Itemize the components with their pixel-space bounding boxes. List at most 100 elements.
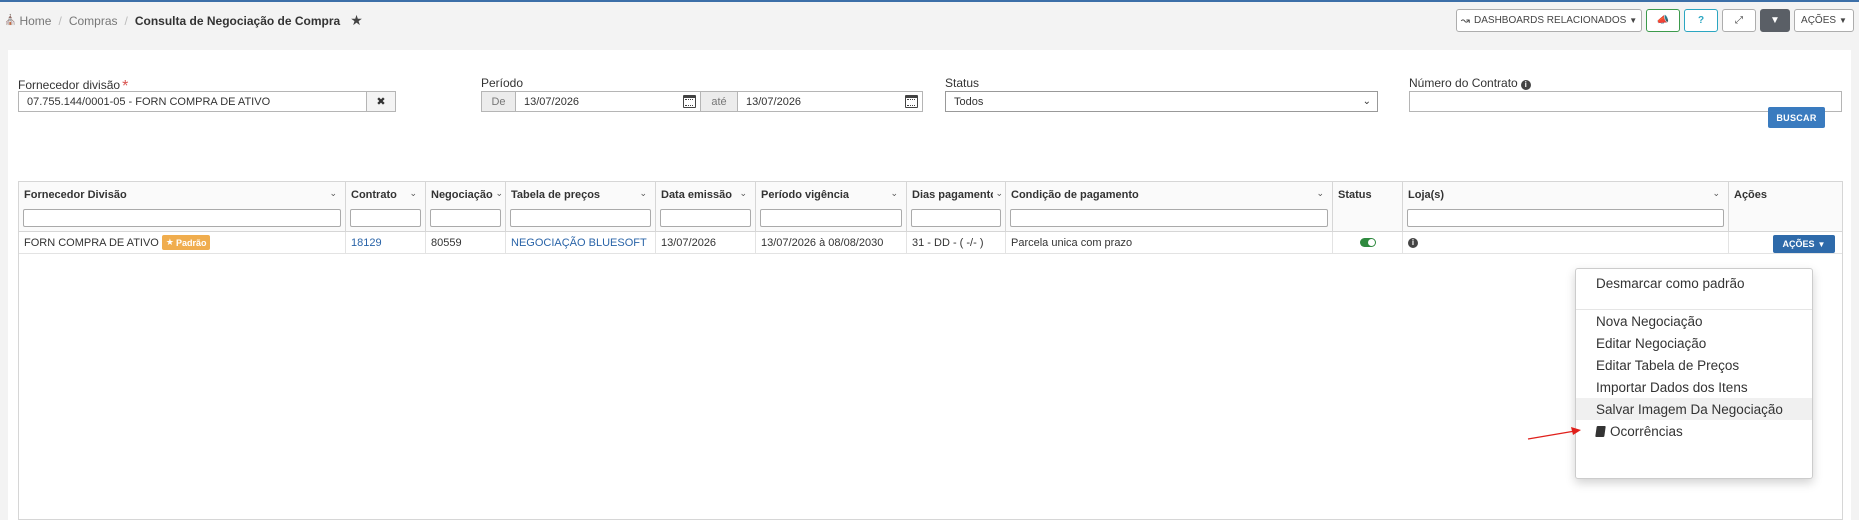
cell-fornecedor: FORN COMPRA DE ATIVO ★ Padrão [19,232,346,254]
column-header-dias[interactable]: Dias pagamento ⌄ [907,182,1006,232]
chevron-down-icon: ⌄ [1362,96,1371,107]
column-header-label: Data emissão [661,189,732,201]
filter-input-contrato[interactable] [350,209,421,227]
filter-input-lojas[interactable] [1407,209,1724,227]
cell-condicao: Parcela unica com prazo [1006,232,1333,254]
info-icon[interactable]: i [1408,237,1418,248]
chevron-down-icon[interactable]: ⌄ [409,188,417,199]
filter-input-dias[interactable] [911,209,1001,227]
status-toggle[interactable] [1359,238,1376,247]
status-value: Todos [954,95,984,108]
ate-addon: até [700,91,738,112]
menu-item-editar-negociacao[interactable]: Editar Negociação [1576,332,1812,354]
caret-down-icon: ▼ [1629,16,1638,25]
header-toolbar: ↝ DASHBOARDS RELACIONADOS ▼ 📣 ? ⤢ ▼ AÇÕE… [1456,9,1854,32]
announcement-button[interactable]: 📣 [1646,9,1680,32]
column-header-negociacao[interactable]: Negociação ⌄ [426,182,506,232]
column-header-label: Negociação [431,189,493,201]
column-header-label: Período vigência [761,189,850,201]
fornecedor-label-text: Fornecedor divisão [18,78,121,92]
annotation-arrow-icon [1527,427,1581,440]
caret-down-icon: ▼ [1839,16,1847,25]
date-to-input[interactable]: 13/07/2026 [737,91,923,112]
book-icon [1595,425,1606,437]
filter-input-condicao[interactable] [1010,209,1328,227]
favorite-star-icon[interactable]: ★ [350,12,363,29]
megaphone-icon: 📣 [1656,15,1670,26]
row-actions-menu: Desmarcar como padrão Nova Negociação Ed… [1575,268,1813,479]
menu-item-editar-tabela-precos[interactable]: Editar Tabela de Preços [1576,354,1812,376]
menu-item-salvar-imagem[interactable]: Salvar Imagem Da Negociação [1576,398,1812,420]
filter-input-periodo[interactable] [760,209,902,227]
fornecedor-text: FORN COMPRA DE ATIVO [24,236,159,249]
home-icon[interactable]: ⛪ [4,15,16,26]
breadcrumb-compras[interactable]: Compras [69,14,118,28]
page-header: ⛪ Home / Compras / Consulta de Negociaçã… [0,2,1859,36]
filter-input-fornecedor[interactable] [23,209,341,227]
column-header-fornecedor[interactable]: Fornecedor Divisão ⌄ [19,182,346,232]
chevron-down-icon[interactable]: ⌄ [495,188,503,199]
status-label: Status [945,76,980,90]
column-header-label: Dias pagamento [912,189,993,201]
cell-tabela-link[interactable]: NEGOCIAÇÃO BLUESOFT [506,232,656,254]
chevron-down-icon[interactable]: ⌄ [890,188,898,199]
cell-negociacao: 80559 [426,232,506,254]
contrato-label-text: Número do Contrato [1409,76,1518,90]
menu-item-nova-negociacao[interactable]: Nova Negociação [1576,310,1812,332]
status-badge: ★ Padrão [161,235,211,250]
filter-input-negociacao[interactable] [430,209,501,227]
column-header-contrato[interactable]: Contrato ⌄ [346,182,426,232]
dashboards-button[interactable]: ↝ DASHBOARDS RELACIONADOS ▼ [1456,9,1642,32]
column-header-label: Tabela de preços [511,189,601,201]
column-header-lojas[interactable]: Loja(s) ⌄ [1403,182,1729,232]
chart-icon: ↝ [1460,15,1471,27]
chevron-down-icon[interactable]: ⌄ [739,188,747,199]
column-header-tabela[interactable]: Tabela de preços ⌄ [506,182,656,232]
acoes-header-button[interactable]: AÇÕES ▼ [1794,9,1854,32]
filter-input-data-emissao[interactable] [660,209,751,227]
menu-item-desmarcar-padrao[interactable]: Desmarcar como padrão [1576,272,1812,294]
column-header-label: Fornecedor Divisão [24,189,127,201]
fullscreen-button[interactable]: ⤢ [1722,9,1756,32]
column-header-acoes: Ações [1729,182,1842,232]
clear-fornecedor-button[interactable]: ✖ [366,91,396,112]
status-select[interactable]: Todos ⌄ [945,91,1378,112]
page-title: Consulta de Negociação de Compra [134,13,341,28]
chevron-down-icon[interactable]: ⌄ [1712,188,1720,199]
column-header-label: Condição de pagamento [1011,189,1139,201]
menu-item-ocorrencias[interactable]: Ocorrências [1576,420,1812,442]
column-header-condicao[interactable]: Condição de pagamento ⌄ [1006,182,1333,232]
star-icon: ★ [165,237,174,247]
chevron-down-icon[interactable]: ⌄ [995,188,1003,199]
column-header-periodo[interactable]: Período vigência ⌄ [756,182,907,232]
column-header-label: Status [1338,189,1372,201]
question-icon: ? [1697,15,1705,26]
filter-input-tabela[interactable] [510,209,651,227]
fornecedor-input[interactable]: 07.755.144/0001-05 - FORN COMPRA DE ATIV… [18,91,367,112]
chevron-down-icon[interactable]: ⌄ [1316,188,1324,199]
cell-contrato-link[interactable]: 18129 [346,232,426,254]
results-table: Fornecedor Divisão ⌄ Contrato ⌄ Negociaç… [18,181,1843,520]
column-header-label: Ações [1734,189,1768,201]
dashboards-label: DASHBOARDS RELACIONADOS [1474,15,1627,26]
help-button[interactable]: ? [1684,9,1718,32]
calendar-icon[interactable] [683,95,696,108]
chevron-down-icon[interactable]: ⌄ [639,188,647,199]
buscar-button[interactable]: BUSCAR [1768,107,1825,128]
chevron-down-icon[interactable]: ⌄ [329,188,337,199]
column-header-status[interactable]: Status [1333,182,1403,232]
contrato-label: Número do Contrato i [1409,76,1531,90]
column-header-data-emissao[interactable]: Data emissão ⌄ [656,182,756,232]
cell-data-emissao: 13/07/2026 [656,232,756,254]
de-addon: De [481,91,516,112]
expand-icon: ⤢ [1735,15,1743,26]
calendar-icon[interactable] [905,95,918,108]
menu-item-importar-dados[interactable]: Importar Dados dos Itens [1576,376,1812,398]
date-from-value: 13/07/2026 [524,95,580,108]
caret-down-icon: ▼ [1817,239,1826,249]
filter-button[interactable]: ▼ [1760,9,1790,32]
date-from-input[interactable]: 13/07/2026 [515,91,701,112]
row-acoes-button[interactable]: AÇÕES ▼ [1773,235,1835,253]
filter-icon: ▼ [1770,15,1780,26]
breadcrumb-home[interactable]: Home [19,14,51,28]
